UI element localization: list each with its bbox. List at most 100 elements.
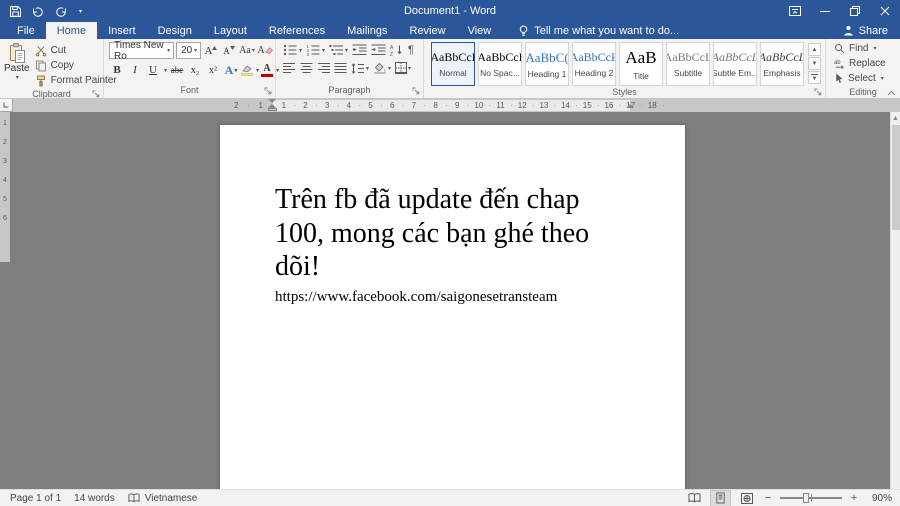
print-layout-icon[interactable] — [711, 491, 730, 506]
read-mode-icon[interactable] — [685, 491, 704, 506]
zoom-slider[interactable] — [780, 497, 842, 499]
shrink-font-button[interactable]: A — [221, 43, 237, 59]
redo-icon[interactable] — [55, 6, 67, 17]
document-link-text[interactable]: https://www.facebook.com/saigonesetranst… — [275, 289, 685, 306]
ribbon-tab[interactable]: Design — [147, 22, 203, 39]
vruler-number: 3 — [3, 158, 7, 165]
underline-button[interactable]: U — [145, 62, 161, 78]
style-card[interactable]: AaBbCcL Subtitle — [666, 42, 710, 86]
zoom-slider-thumb[interactable] — [803, 493, 809, 503]
replace-button[interactable]: ab Replace — [826, 56, 900, 71]
tab-file[interactable]: File — [6, 22, 46, 39]
bullets-button[interactable]: ▾ — [283, 43, 302, 57]
ribbon-tab[interactable]: Insert — [97, 22, 147, 39]
justify-button[interactable] — [334, 61, 347, 75]
tell-me-box[interactable]: Tell me what you want to do... — [518, 22, 679, 39]
zoom-in-button[interactable]: + — [849, 492, 859, 504]
shading-button[interactable]: ▾ — [373, 61, 391, 75]
web-layout-icon[interactable] — [737, 491, 756, 506]
change-case-button[interactable]: Aa▾ — [239, 43, 255, 59]
vertical-scrollbar[interactable]: ▲ — [890, 112, 900, 489]
language-indicator[interactable]: Vietnamese — [128, 493, 198, 504]
restore-icon[interactable] — [840, 0, 870, 22]
ribbon-tab[interactable]: Home — [46, 22, 97, 39]
window-controls — [780, 0, 900, 22]
ribbon-display-options-icon[interactable] — [780, 0, 810, 22]
superscript-button[interactable]: x² — [205, 62, 221, 78]
zoom-level[interactable]: 90% — [866, 493, 892, 504]
strikethrough-button[interactable]: abc — [169, 62, 185, 78]
highlight-color-button[interactable] — [241, 62, 253, 78]
multilevel-list-button[interactable]: ▾ — [329, 43, 348, 57]
scrollbar-thumb[interactable] — [892, 125, 900, 230]
highlight-color-bar — [241, 73, 253, 76]
font-color-button[interactable]: A — [261, 62, 273, 78]
text-effects-button[interactable]: A▾ — [223, 62, 239, 78]
close-icon[interactable] — [870, 0, 900, 22]
zoom-out-button[interactable]: − — [763, 492, 773, 504]
ruler-number: 10 — [468, 99, 490, 112]
style-card[interactable]: AaBbCcI Normal — [431, 42, 475, 86]
paragraph-dialog-launcher-icon[interactable] — [412, 87, 421, 96]
style-card[interactable]: AaBbCcL Subtle Em... — [713, 42, 757, 86]
styles-more-icon[interactable]: ▼ — [808, 71, 821, 84]
minimize-icon[interactable] — [810, 0, 840, 22]
indent-marker-right[interactable] — [626, 104, 634, 108]
scroll-up-icon[interactable]: ▲ — [891, 112, 900, 124]
ribbon-tab[interactable]: View — [457, 22, 503, 39]
sort-button[interactable]: AZ — [390, 43, 404, 57]
indent-marker-left[interactable] — [268, 99, 277, 112]
subscript-button[interactable]: x₂ — [187, 62, 203, 78]
clear-formatting-button[interactable]: A — [257, 43, 273, 59]
font-dialog-launcher-icon[interactable] — [264, 87, 273, 96]
ribbon-tab[interactable]: References — [258, 22, 336, 39]
highlight-dropdown-icon[interactable]: ▾ — [256, 67, 259, 74]
word-count[interactable]: 14 words — [74, 493, 115, 504]
style-card[interactable]: AaBbCcE Heading 2 — [572, 42, 616, 86]
styles-scroll-down-icon[interactable]: ▼ — [808, 57, 821, 70]
find-button[interactable]: Find▾ — [826, 41, 900, 56]
customize-qat-icon[interactable]: ▾ — [79, 8, 82, 15]
vertical-ruler[interactable]: 123456 — [0, 112, 10, 262]
select-button[interactable]: Select▾ — [826, 71, 900, 86]
ribbon-tab[interactable]: Review — [399, 22, 457, 39]
align-right-button[interactable] — [317, 61, 330, 75]
ruler-number: 12 — [511, 99, 533, 112]
grow-font-button[interactable]: A — [203, 43, 219, 59]
underline-dropdown-icon[interactable]: ▾ — [164, 67, 167, 74]
style-name: Subtle Em... — [713, 68, 757, 78]
ribbon-tab[interactable]: Mailings — [336, 22, 398, 39]
document-body-text[interactable]: Trên fb đã update đến chap 100, mong các… — [275, 183, 607, 284]
paste-button[interactable]: Paste ▾ — [4, 41, 30, 88]
line-spacing-button[interactable]: ▾ — [351, 61, 369, 75]
style-card[interactable]: AaBbCcL Emphasis — [760, 42, 804, 86]
font-size-combo[interactable]: 20▾ — [176, 42, 201, 59]
share-button[interactable]: Share — [843, 22, 900, 39]
undo-icon[interactable] — [32, 6, 44, 17]
align-left-button[interactable] — [283, 61, 296, 75]
save-icon[interactable] — [10, 6, 21, 17]
styles-dialog-launcher-icon[interactable] — [814, 88, 823, 97]
bold-button[interactable]: B — [109, 62, 125, 78]
collapse-ribbon-icon[interactable] — [887, 90, 896, 96]
style-card[interactable]: AaBbC( Heading 1 — [525, 42, 569, 86]
horizontal-ruler[interactable]: 21 123456789101112131415161718 — [0, 99, 900, 112]
align-center-button[interactable] — [300, 61, 313, 75]
borders-button[interactable]: ▾ — [395, 61, 411, 75]
decrease-indent-button[interactable] — [352, 43, 367, 57]
style-card[interactable]: AaB Title — [619, 42, 663, 86]
show-hide-pilcrow-button[interactable]: ¶ — [408, 43, 414, 57]
increase-indent-button[interactable] — [371, 43, 386, 57]
italic-button[interactable]: I — [127, 62, 143, 78]
styles-scroll-up-icon[interactable]: ▲ — [808, 43, 821, 56]
tab-selector[interactable] — [0, 99, 13, 112]
page-indicator[interactable]: Page 1 of 1 — [10, 493, 61, 504]
change-case-label: Aa — [239, 45, 251, 56]
font-name-combo[interactable]: Times New Ro▾ — [109, 42, 174, 59]
document-page[interactable]: Trên fb đã update đến chap 100, mong các… — [220, 125, 685, 489]
style-card[interactable]: AaBbCcI No Spac... — [478, 42, 522, 86]
svg-text:3: 3 — [307, 52, 310, 56]
ribbon-tab[interactable]: Layout — [203, 22, 258, 39]
clipboard-dialog-launcher-icon[interactable] — [92, 90, 101, 99]
numbering-button[interactable]: 123▾ — [306, 43, 325, 57]
